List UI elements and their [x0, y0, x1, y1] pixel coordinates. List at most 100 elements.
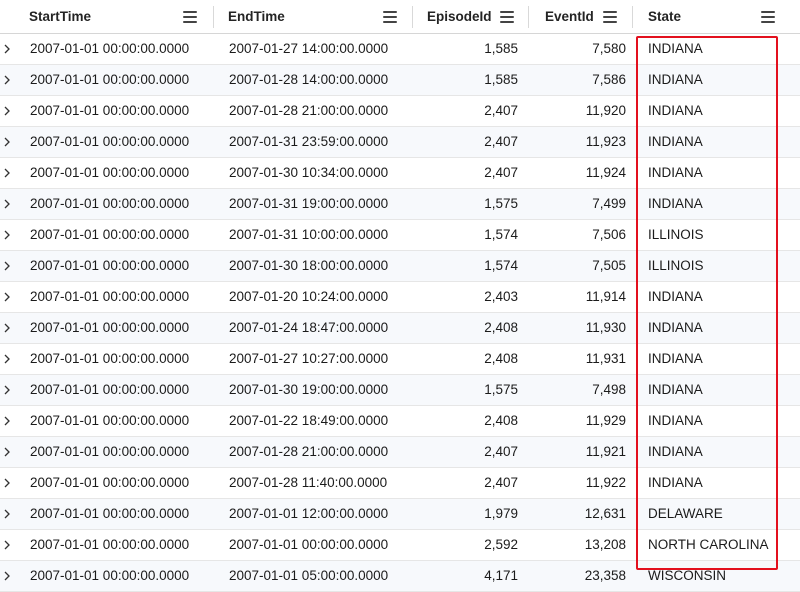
column-header-label: EpisodeId	[427, 9, 492, 24]
cell-endtime: 2007-01-01 12:00:00.0000	[229, 506, 389, 521]
cell-starttime: 2007-01-01 00:00:00.0000	[30, 41, 190, 56]
column-header-label: State	[648, 9, 682, 24]
cell-eventid: 11,914	[585, 289, 626, 304]
chevron-right-icon[interactable]	[2, 292, 12, 302]
cell-starttime: 2007-01-01 00:00:00.0000	[30, 196, 190, 211]
cell-episodeid: 2,407	[484, 165, 518, 180]
cell-endtime: 2007-01-28 11:40:00.0000	[229, 475, 388, 490]
table-row[interactable]: 2007-01-01 00:00:00.0000 2007-01-28 21:00…	[0, 437, 800, 468]
cell-state: DELAWARE	[648, 506, 723, 521]
table-row[interactable]: 2007-01-01 00:00:00.0000 2007-01-30 19:00…	[0, 375, 800, 406]
results-grid: StartTime EndTime EpisodeId EventId Stat…	[0, 0, 800, 592]
chevron-right-icon[interactable]	[2, 230, 12, 240]
cell-eventid: 11,922	[585, 475, 626, 490]
table-row[interactable]: 2007-01-01 00:00:00.0000 2007-01-30 18:00…	[0, 251, 800, 282]
cell-starttime: 2007-01-01 00:00:00.0000	[30, 72, 190, 87]
cell-episodeid: 2,407	[484, 475, 518, 490]
cell-starttime: 2007-01-01 00:00:00.0000	[30, 506, 190, 521]
cell-state: INDIANA	[648, 413, 703, 428]
column-separator[interactable]	[528, 6, 529, 28]
cell-episodeid: 2,407	[484, 134, 518, 149]
chevron-right-icon[interactable]	[2, 540, 12, 550]
table-row[interactable]: 2007-01-01 00:00:00.0000 2007-01-31 23:59…	[0, 127, 800, 158]
cell-episodeid: 1,585	[484, 72, 518, 87]
cell-episodeid: 1,574	[484, 227, 518, 242]
chevron-right-icon[interactable]	[2, 106, 12, 116]
menu-icon[interactable]	[761, 11, 775, 23]
column-header-episodeid[interactable]: EpisodeId	[419, 0, 529, 33]
cell-episodeid: 4,171	[484, 568, 518, 583]
cell-eventid: 11,930	[585, 320, 626, 335]
column-header-eventid[interactable]: EventId	[537, 0, 633, 33]
chevron-right-icon[interactable]	[2, 168, 12, 178]
cell-episodeid: 1,585	[484, 41, 518, 56]
chevron-right-icon[interactable]	[2, 447, 12, 457]
table-row[interactable]: 2007-01-01 00:00:00.0000 2007-01-01 00:00…	[0, 530, 800, 561]
chevron-right-icon[interactable]	[2, 571, 12, 581]
chevron-right-icon[interactable]	[2, 137, 12, 147]
cell-starttime: 2007-01-01 00:00:00.0000	[30, 165, 190, 180]
cell-starttime: 2007-01-01 00:00:00.0000	[30, 351, 190, 366]
column-separator[interactable]	[632, 6, 633, 28]
table-row[interactable]: 2007-01-01 00:00:00.0000 2007-01-27 10:27…	[0, 344, 800, 375]
cell-eventid: 7,580	[592, 41, 626, 56]
cell-state: INDIANA	[648, 320, 703, 335]
cell-endtime: 2007-01-22 18:49:00.0000	[229, 413, 389, 428]
cell-endtime: 2007-01-01 05:00:00.0000	[229, 568, 389, 583]
chevron-right-icon[interactable]	[2, 323, 12, 333]
table-row[interactable]: 2007-01-01 00:00:00.0000 2007-01-28 21:00…	[0, 96, 800, 127]
cell-episodeid: 2,407	[484, 103, 518, 118]
cell-starttime: 2007-01-01 00:00:00.0000	[30, 227, 190, 242]
table-row[interactable]: 2007-01-01 00:00:00.0000 2007-01-30 10:34…	[0, 158, 800, 189]
chevron-right-icon[interactable]	[2, 199, 12, 209]
menu-icon[interactable]	[603, 11, 617, 23]
cell-episodeid: 1,575	[484, 196, 518, 211]
column-header-starttime[interactable]: StartTime	[21, 0, 214, 33]
table-row[interactable]: 2007-01-01 00:00:00.0000 2007-01-28 11:40…	[0, 468, 800, 499]
cell-starttime: 2007-01-01 00:00:00.0000	[30, 382, 190, 397]
cell-episodeid: 2,408	[484, 320, 518, 335]
cell-state: INDIANA	[648, 444, 703, 459]
column-header-endtime[interactable]: EndTime	[220, 0, 413, 33]
menu-icon[interactable]	[183, 11, 197, 23]
table-row[interactable]: 2007-01-01 00:00:00.0000 2007-01-20 10:24…	[0, 282, 800, 313]
cell-endtime: 2007-01-30 18:00:00.0000	[229, 258, 389, 273]
table-row[interactable]: 2007-01-01 00:00:00.0000 2007-01-01 12:00…	[0, 499, 800, 530]
chevron-right-icon[interactable]	[2, 478, 12, 488]
column-separator[interactable]	[412, 6, 413, 28]
cell-endtime: 2007-01-28 21:00:00.0000	[229, 444, 389, 459]
menu-icon[interactable]	[500, 11, 514, 23]
cell-eventid: 7,499	[592, 196, 626, 211]
table-row[interactable]: 2007-01-01 00:00:00.0000 2007-01-31 19:00…	[0, 189, 800, 220]
cell-state: INDIANA	[648, 382, 703, 397]
chevron-right-icon[interactable]	[2, 44, 12, 54]
cell-endtime: 2007-01-31 19:00:00.0000	[229, 196, 389, 211]
cell-eventid: 11,920	[585, 103, 626, 118]
cell-starttime: 2007-01-01 00:00:00.0000	[30, 444, 190, 459]
table-row[interactable]: 2007-01-01 00:00:00.0000 2007-01-22 18:49…	[0, 406, 800, 437]
cell-starttime: 2007-01-01 00:00:00.0000	[30, 103, 190, 118]
cell-episodeid: 2,592	[484, 537, 518, 552]
chevron-right-icon[interactable]	[2, 75, 12, 85]
table-row[interactable]: 2007-01-01 00:00:00.0000 2007-01-01 05:00…	[0, 561, 800, 592]
cell-eventid: 11,921	[585, 444, 626, 459]
cell-endtime: 2007-01-01 00:00:00.0000	[229, 537, 389, 552]
menu-icon[interactable]	[383, 11, 397, 23]
column-header-state[interactable]: State	[640, 0, 790, 33]
table-row[interactable]: 2007-01-01 00:00:00.0000 2007-01-28 14:00…	[0, 65, 800, 96]
chevron-right-icon[interactable]	[2, 261, 12, 271]
cell-starttime: 2007-01-01 00:00:00.0000	[30, 258, 190, 273]
chevron-right-icon[interactable]	[2, 385, 12, 395]
table-row[interactable]: 2007-01-01 00:00:00.0000 2007-01-27 14:00…	[0, 34, 800, 65]
column-separator[interactable]	[213, 6, 214, 28]
chevron-right-icon[interactable]	[2, 354, 12, 364]
cell-episodeid: 1,575	[484, 382, 518, 397]
chevron-right-icon[interactable]	[2, 416, 12, 426]
cell-state: INDIANA	[648, 351, 703, 366]
table-row[interactable]: 2007-01-01 00:00:00.0000 2007-01-24 18:47…	[0, 313, 800, 344]
cell-state: INDIANA	[648, 475, 703, 490]
table-row[interactable]: 2007-01-01 00:00:00.0000 2007-01-31 10:00…	[0, 220, 800, 251]
cell-state: INDIANA	[648, 72, 703, 87]
chevron-right-icon[interactable]	[2, 509, 12, 519]
cell-episodeid: 2,407	[484, 444, 518, 459]
